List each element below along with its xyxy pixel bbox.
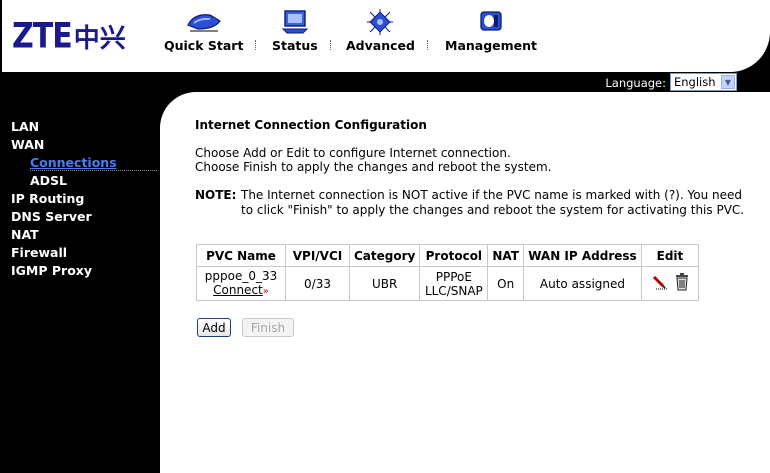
sidebar-item-adsl[interactable]: ADSL xyxy=(30,173,67,188)
nav-quick-start[interactable]: Quick Start xyxy=(164,8,243,53)
column-header: WAN IP Address xyxy=(522,244,642,267)
finish-button[interactable]: Finish xyxy=(242,318,294,337)
sidebar-item-nat[interactable]: NAT xyxy=(11,227,39,242)
pvc-name: pppoe_0_33 xyxy=(204,268,278,283)
nav-label: Advanced xyxy=(346,38,415,53)
nat-cell: On xyxy=(487,266,524,301)
main-content: Internet Connection Configuration Choose… xyxy=(160,92,770,473)
nav-label: Status xyxy=(272,38,318,53)
connection-table: PVC Name VPI/VCI Category Protocol NAT W… xyxy=(196,244,699,301)
protocol-line: LLC/SNAP xyxy=(424,283,483,298)
vpi-vci-cell: 0/33 xyxy=(285,266,350,301)
monitor-icon xyxy=(275,8,315,36)
edit-cell xyxy=(640,266,699,301)
nav-label: Management xyxy=(445,38,538,53)
logo-text-cn: 中兴 xyxy=(73,23,126,54)
sidebar: LAN WAN Connections ADSL IP Routing DNS … xyxy=(0,92,160,473)
category-cell: UBR xyxy=(348,266,421,301)
logo-text: ZTE xyxy=(12,15,73,57)
nav-label: Quick Start xyxy=(164,38,244,53)
header: ZTE 中兴 Quick Start Status Advanced Manag… xyxy=(0,0,770,72)
chip-icon xyxy=(360,8,400,36)
note-text: to click "Finish" to apply the changes a… xyxy=(241,203,745,217)
note-text: The Internet connection is NOT active if… xyxy=(241,188,742,202)
edit-pencil-icon[interactable] xyxy=(651,273,669,294)
management-icon xyxy=(471,8,511,36)
nav-divider xyxy=(330,40,331,50)
column-header: Edit xyxy=(640,244,699,267)
description-line: Choose Add or Edit to configure Internet… xyxy=(195,146,511,160)
zte-logo: ZTE 中兴 xyxy=(12,15,126,57)
language-select[interactable]: English ▼ xyxy=(670,73,737,91)
nav-advanced[interactable]: Advanced xyxy=(346,8,415,53)
note-label: NOTE: xyxy=(195,188,237,202)
sidebar-item-connections[interactable]: Connections xyxy=(30,155,157,171)
double-chevron-icon: » xyxy=(262,285,269,297)
description-line: Choose Finish to apply the changes and r… xyxy=(195,160,552,174)
protocol-line: PPPoE xyxy=(435,269,472,284)
table-row: pppoe_0_33 Connect» 0/33 UBR PPPoE LLC/S… xyxy=(196,266,699,301)
sidebar-item-ip-routing[interactable]: IP Routing xyxy=(11,191,84,206)
sidebar-item-dns-server[interactable]: DNS Server xyxy=(11,209,92,224)
column-header: VPI/VCI xyxy=(285,244,350,267)
trash-icon[interactable] xyxy=(675,273,689,294)
add-button[interactable]: Add xyxy=(197,318,231,337)
protocol-cell: PPPoE LLC/SNAP xyxy=(419,266,489,301)
language-bar: Language: xyxy=(0,72,770,92)
column-header: Category xyxy=(348,244,421,267)
sidebar-item-lan[interactable]: LAN xyxy=(11,119,39,134)
nav-divider xyxy=(427,40,428,50)
chevron-down-icon[interactable]: ▼ xyxy=(721,75,735,89)
table-header-row: PVC Name VPI/VCI Category Protocol NAT W… xyxy=(196,244,699,267)
nav-divider xyxy=(255,40,256,50)
column-header: Protocol xyxy=(419,244,489,267)
wan-ip-cell: Auto assigned xyxy=(522,266,642,301)
language-value: English xyxy=(674,75,716,89)
sidebar-item-firewall[interactable]: Firewall xyxy=(11,245,67,260)
column-header: PVC Name xyxy=(196,244,286,267)
page-title: Internet Connection Configuration xyxy=(195,118,427,132)
sidebar-item-wan[interactable]: WAN xyxy=(11,137,44,152)
column-header: NAT xyxy=(487,244,524,267)
pvc-name-cell: pppoe_0_33 Connect» xyxy=(196,266,286,301)
quick-start-icon xyxy=(184,8,224,36)
connect-link[interactable]: Connect xyxy=(213,283,263,297)
sidebar-item-igmp-proxy[interactable]: IGMP Proxy xyxy=(11,263,92,278)
nav-management[interactable]: Management xyxy=(445,8,537,53)
nav-status[interactable]: Status xyxy=(272,8,318,53)
language-label: Language: xyxy=(605,76,666,90)
